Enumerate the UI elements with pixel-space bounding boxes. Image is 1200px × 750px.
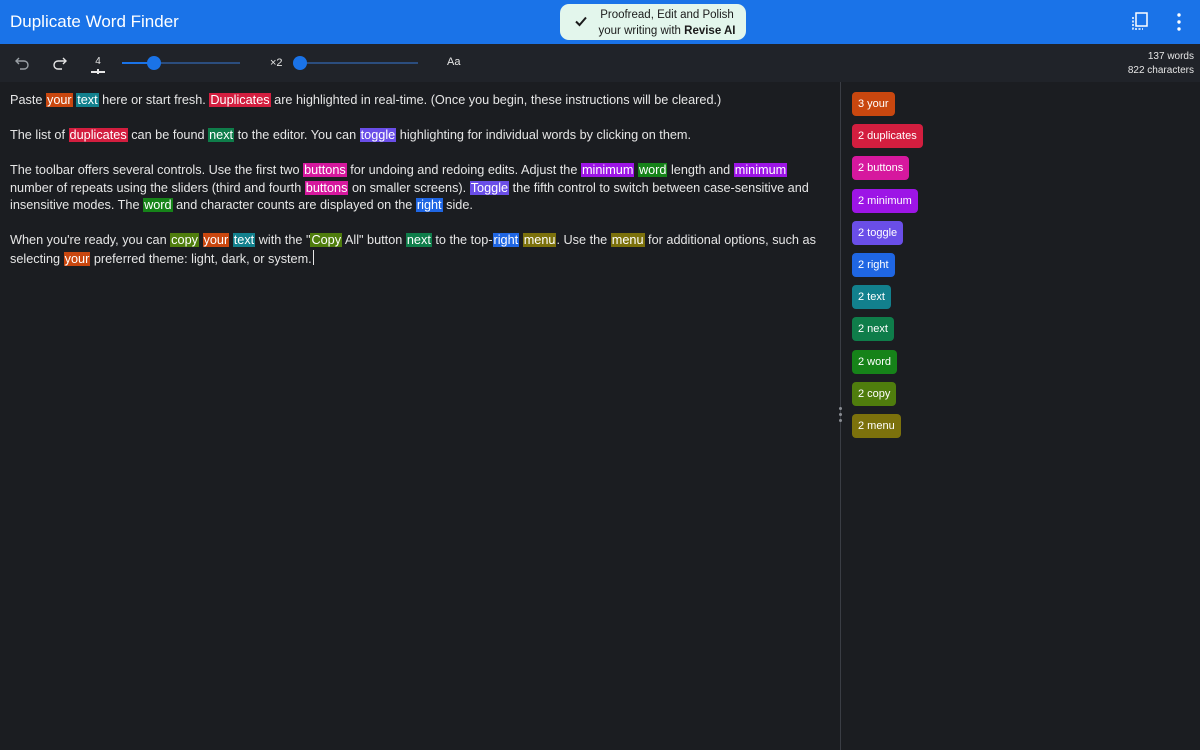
duplicate-highlight[interactable]: word bbox=[143, 198, 173, 212]
promo-line1: Proofread, Edit and Polish bbox=[600, 9, 734, 21]
undo-icon[interactable] bbox=[14, 55, 30, 71]
editor-text: The toolbar offers several controls. Use… bbox=[10, 163, 304, 177]
copy-all-icon[interactable] bbox=[1132, 12, 1148, 30]
duplicate-chip-toggle[interactable]: 2 toggle bbox=[852, 220, 904, 245]
case-sensitive-toggle[interactable]: Aa bbox=[447, 56, 460, 68]
duplicate-highlight[interactable]: toggle bbox=[359, 128, 397, 142]
min-repeats-slider[interactable] bbox=[293, 56, 418, 70]
editor-text: and character counts are displayed on th… bbox=[172, 198, 416, 212]
duplicate-highlight[interactable]: word bbox=[637, 163, 668, 177]
duplicate-highlight[interactable]: minimum bbox=[733, 163, 788, 177]
promo-line2-prefix: your writing with bbox=[598, 25, 685, 37]
handle-dot bbox=[839, 419, 842, 422]
min-word-length-slider[interactable] bbox=[122, 56, 240, 70]
editor-text: side. bbox=[442, 198, 473, 212]
duplicate-highlight[interactable]: next bbox=[208, 128, 235, 142]
editor-text: here or start fresh. bbox=[98, 93, 210, 107]
editor-text: number of repeats using the sliders (thi… bbox=[10, 180, 305, 195]
duplicate-highlight[interactable]: your bbox=[45, 93, 73, 107]
text-caret bbox=[312, 249, 314, 265]
editor-text: length and bbox=[667, 163, 734, 177]
duplicate-highlight[interactable]: text bbox=[76, 93, 99, 107]
editor-text: can be found bbox=[127, 128, 209, 142]
redo-icon[interactable] bbox=[52, 55, 68, 71]
editor-paragraph: Paste your text here or start fresh. Dup… bbox=[10, 92, 832, 110]
duplicate-chip-right[interactable]: 2 right bbox=[852, 253, 895, 277]
editor-paragraph: When you're ready, you can copy your tex… bbox=[10, 232, 832, 268]
duplicate-highlight[interactable]: next bbox=[405, 233, 432, 247]
duplicate-highlight[interactable]: your bbox=[202, 233, 230, 247]
min-length-tick bbox=[97, 69, 99, 74]
toolbar: 4 ×2 Aa 137 words 822 characters bbox=[0, 44, 1200, 82]
promo-text: Proofread, Edit and Polish your writing … bbox=[594, 7, 740, 39]
duplicate-highlight[interactable]: right bbox=[415, 198, 443, 212]
duplicate-chip-buttons[interactable]: 2 buttons bbox=[852, 156, 910, 181]
slider-thumb[interactable] bbox=[146, 56, 161, 70]
duplicate-highlight[interactable]: Copy bbox=[310, 233, 343, 247]
editor-paragraph: The toolbar offers several controls. Use… bbox=[10, 162, 832, 215]
editor-text: for undoing and redoing edits. Adjust th… bbox=[346, 163, 581, 177]
promo-line2: your writing with Revise AI bbox=[594, 23, 740, 39]
duplicate-chip-text[interactable]: 2 text bbox=[852, 285, 891, 310]
editor-text: to the top- bbox=[431, 233, 493, 247]
duplicate-highlight[interactable]: right bbox=[492, 233, 520, 247]
duplicate-highlight[interactable]: menu bbox=[522, 233, 557, 247]
editor-text: with the " bbox=[255, 233, 311, 247]
editor-text: to the editor. You can bbox=[234, 128, 360, 142]
editor-text: are highlighted in real-time. (Once you … bbox=[270, 93, 722, 107]
handle-dot bbox=[839, 413, 842, 416]
app-header: Duplicate Word Finder Proofread, Edit an… bbox=[0, 0, 1200, 44]
word-count: 137 words bbox=[1147, 51, 1194, 62]
duplicate-chip-duplicates[interactable]: 2 duplicates bbox=[852, 124, 923, 149]
slider-thumb[interactable] bbox=[293, 56, 307, 70]
check-icon bbox=[575, 16, 587, 27]
editor-text bbox=[199, 233, 203, 247]
duplicate-chip-word[interactable]: 2 word bbox=[852, 349, 898, 374]
editor-text: on smaller screens). bbox=[348, 180, 470, 195]
duplicate-chip-copy[interactable]: 2 copy bbox=[852, 381, 897, 406]
revise-ai-promo-button[interactable]: Proofread, Edit and Polish your writing … bbox=[560, 4, 746, 40]
duplicate-chip-menu[interactable]: 2 menu bbox=[852, 414, 901, 438]
editor-paragraph: The list of duplicates can be found next… bbox=[10, 127, 832, 145]
editor-text: Paste bbox=[10, 93, 46, 107]
text-editor[interactable]: Paste your text here or start fresh. Dup… bbox=[10, 92, 832, 286]
app-title: Duplicate Word Finder bbox=[10, 12, 179, 31]
counts: 137 words 822 characters bbox=[1128, 50, 1194, 78]
editor-text: When you're ready, you can bbox=[10, 233, 171, 247]
char-count: 822 characters bbox=[1127, 65, 1194, 76]
duplicate-chip-your[interactable]: 3 your bbox=[852, 92, 895, 116]
duplicate-highlight[interactable]: Duplicates bbox=[209, 93, 271, 107]
duplicate-highlight[interactable]: Toggle bbox=[469, 180, 510, 195]
promo-brand: Revise AI bbox=[684, 25, 736, 37]
duplicate-highlight[interactable]: buttons bbox=[303, 163, 347, 177]
duplicate-highlight[interactable]: text bbox=[232, 233, 256, 247]
handle-dot bbox=[839, 407, 842, 410]
editor-text: All" button bbox=[342, 233, 406, 247]
duplicate-chip-minimum[interactable]: 2 minimum bbox=[852, 188, 918, 213]
editor-text: highlighting for individual words by cli… bbox=[396, 128, 692, 142]
duplicate-highlight[interactable]: menu bbox=[610, 233, 645, 247]
editor-text: . Use the bbox=[556, 233, 611, 247]
more-vert-icon[interactable] bbox=[1172, 12, 1186, 32]
duplicate-highlight[interactable]: minimum bbox=[580, 163, 635, 177]
duplicate-chip-next[interactable]: 2 next bbox=[852, 317, 894, 342]
duplicate-highlight[interactable]: duplicates bbox=[68, 128, 128, 142]
resize-handle[interactable] bbox=[838, 407, 843, 425]
min-repeats-value: ×2 bbox=[270, 57, 283, 69]
editor-text: preferred theme: light, dark, or system. bbox=[90, 251, 312, 266]
duplicate-highlight[interactable]: your bbox=[63, 251, 91, 266]
editor-text: The list of bbox=[10, 128, 69, 142]
duplicate-highlight[interactable]: buttons bbox=[304, 180, 349, 195]
duplicate-highlight[interactable]: copy bbox=[170, 233, 199, 247]
